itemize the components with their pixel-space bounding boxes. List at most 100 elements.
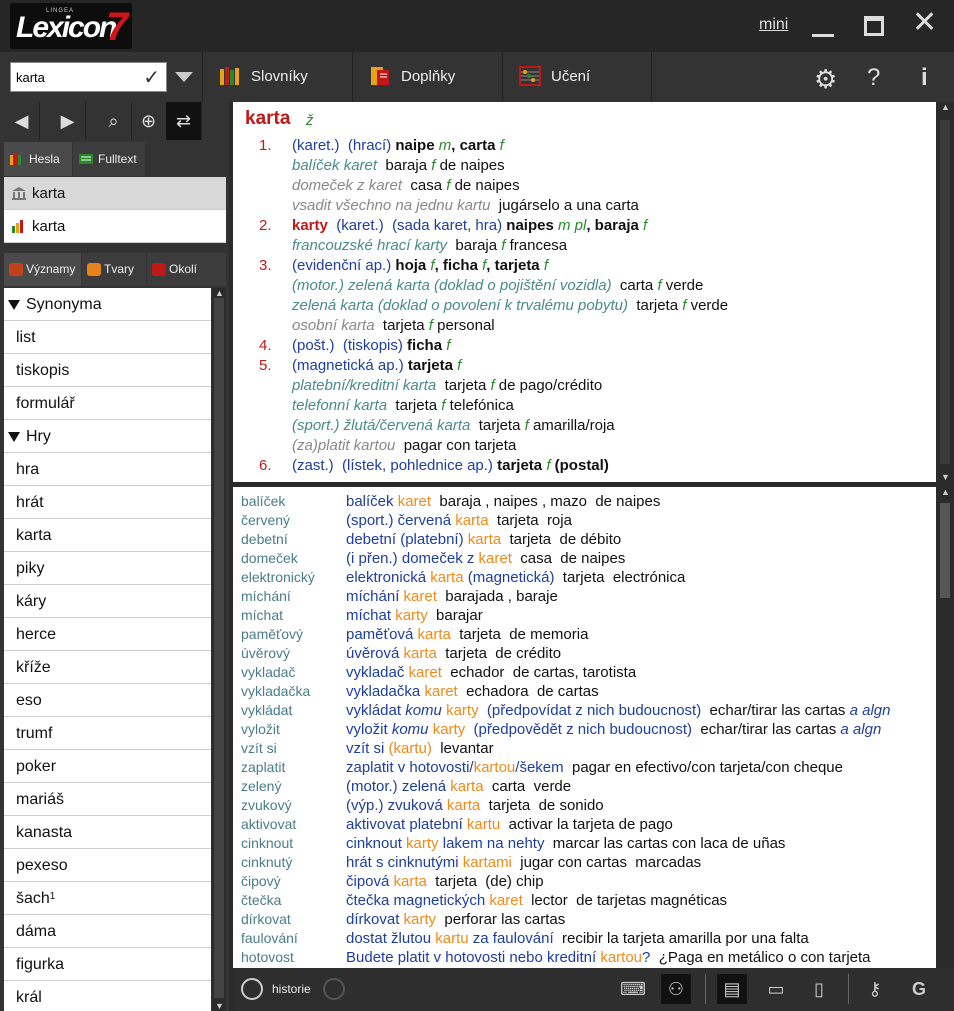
example-row[interactable]: vykladačka vykladačka karet echadora de c… [233, 682, 936, 701]
synonym-item[interactable]: dáma [4, 915, 211, 948]
synonym-item[interactable]: kříže [4, 651, 211, 684]
synonym-item[interactable]: piky [4, 552, 211, 585]
example-row[interactable]: zelený (motor.) zelená karta carta verde [233, 777, 936, 796]
example-row[interactable]: elektronický elektronická karta (magnetic… [233, 568, 936, 587]
example-row[interactable]: zaplatit zaplatit v hotovosti/kartou/šeke… [233, 758, 936, 777]
example-keyword[interactable]: cinknout [241, 834, 293, 853]
sense-text[interactable]: balíček karet baraja f de naipes [292, 156, 505, 176]
sense-text[interactable]: (motor.) zelená karta (doklad o pojištěn… [292, 276, 703, 296]
swap-direction-icon[interactable]: ⇄ [166, 102, 202, 140]
example-keyword[interactable]: míchat [241, 606, 283, 625]
help-icon[interactable]: ? [867, 64, 880, 92]
info-icon[interactable]: i [921, 64, 928, 92]
sense-text[interactable]: vsadit všechno na jednu kartu jugárselo … [292, 196, 639, 216]
synonym-item[interactable]: herce [4, 618, 211, 651]
tab-hesla[interactable]: Hesla [4, 142, 72, 176]
synonym-item[interactable]: káry [4, 585, 211, 618]
tab-okoli[interactable]: Okolí [147, 253, 226, 286]
learning-button[interactable]: Učení [502, 52, 652, 102]
list-item[interactable]: karta [4, 210, 226, 243]
example-row[interactable]: míchání míchání karet barajada , baraje [233, 587, 936, 606]
synonym-item[interactable]: hrát [4, 486, 211, 519]
example-keyword[interactable]: zelený [241, 777, 281, 796]
example-row[interactable]: paměťový paměťová karta tarjeta de memori… [233, 625, 936, 644]
synonym-item[interactable]: list [4, 321, 211, 354]
synonym-list-scrollbar[interactable]: ▲ ▼ [212, 288, 226, 1011]
sense-text[interactable]: (karet.) (hrací) naipe m, carta f [292, 136, 504, 156]
example-keyword[interactable]: paměťový [241, 625, 303, 644]
example-keyword[interactable]: čipový [241, 872, 281, 891]
search-history-dropdown-icon[interactable] [175, 72, 193, 82]
examples-scrollbar[interactable]: ▲ [936, 487, 954, 968]
example-keyword[interactable]: hotovost [241, 948, 294, 967]
tab-vyznamy[interactable]: Významy [4, 253, 81, 286]
sense-text[interactable]: zelená karta (doklad o povolení k trvalé… [292, 296, 728, 316]
scroll-down-icon[interactable]: ▼ [215, 1001, 224, 1011]
gear-icon[interactable]: ⚙ [814, 64, 837, 95]
example-keyword[interactable]: faulování [241, 929, 298, 948]
key-icon[interactable]: ⚷ [860, 974, 890, 1004]
synonym-item[interactable]: mariáš [4, 783, 211, 816]
example-keyword[interactable]: úvěrový [241, 644, 290, 663]
synonym-item[interactable]: hra [4, 453, 211, 486]
scrollbar-thumb[interactable] [214, 298, 224, 998]
example-keyword[interactable]: vykladač [241, 663, 295, 682]
redo-history-icon[interactable] [323, 978, 345, 1000]
synonym-item[interactable]: král [4, 981, 211, 1011]
history-icon[interactable] [241, 978, 263, 1000]
example-row[interactable]: hotovost Budete platit v hotovosti nebo k… [233, 948, 936, 967]
scrollbar-thumb[interactable] [940, 503, 950, 598]
scroll-up-icon[interactable]: ▲ [941, 102, 950, 112]
search-icon[interactable]: ⌕ [96, 102, 132, 140]
sense-text[interactable]: (pošt.) (tiskopis) ficha f [292, 336, 450, 356]
example-row[interactable]: vykládat vykládat komu karty (předpovídat… [233, 701, 936, 720]
example-keyword[interactable]: míchání [241, 587, 291, 606]
example-row[interactable]: vyložit vyložit komu karty (předpovědět z… [233, 720, 936, 739]
sense-text[interactable]: telefonní karta tarjeta f telefónica [292, 396, 514, 416]
example-row[interactable]: cinknout cinknout karty lakem na nehty ma… [233, 834, 936, 853]
example-keyword[interactable]: debetní [241, 530, 288, 549]
checkmark-icon[interactable]: ✓ [143, 65, 160, 90]
example-row[interactable]: faulování dostat žlutou kartu za faulován… [233, 929, 936, 948]
synonym-item[interactable]: trumf [4, 717, 211, 750]
binoculars-icon[interactable]: ⚇ [661, 974, 691, 1004]
example-keyword[interactable]: zaplatit [241, 758, 285, 777]
history-label[interactable]: historie [272, 982, 311, 996]
synonym-item[interactable]: karta [4, 519, 211, 552]
sense-text[interactable]: (evidenční ap.) hoja f, ficha f, tarjeta… [292, 256, 548, 276]
keyboard-icon[interactable]: ⌨ [618, 974, 648, 1004]
sense-text[interactable]: francouzské hrací karty baraja f frances… [292, 236, 567, 256]
scroll-down-icon[interactable]: ▼ [941, 472, 950, 482]
mini-mode-button[interactable]: mini [759, 16, 788, 34]
scroll-up-icon[interactable]: ▲ [941, 487, 950, 497]
example-row[interactable]: úvěrový úvěrová karta tarjeta de crédito [233, 644, 936, 663]
synonym-item[interactable]: kanasta [4, 816, 211, 849]
synonym-item[interactable]: pexeso [4, 849, 211, 882]
example-row[interactable]: cinknutý hrát s cinknutými kartami jugar … [233, 853, 936, 872]
minimize-button[interactable] [812, 34, 834, 37]
synonym-item[interactable]: poker [4, 750, 211, 783]
example-keyword[interactable]: vykládat [241, 701, 292, 720]
synonym-item[interactable]: figurka [4, 948, 211, 981]
dictionaries-button[interactable]: Slovníky [202, 52, 352, 102]
sense-text[interactable]: osobní karta tarjeta f personal [292, 316, 495, 336]
example-row[interactable]: vykladač vykladač karet echador de cartas… [233, 663, 936, 682]
google-icon[interactable]: G [904, 974, 934, 1004]
example-keyword[interactable]: elektronický [241, 568, 315, 587]
sense-text[interactable]: (zast.) (lístek, pohlednice ap.) tarjeta… [292, 456, 609, 476]
synonym-group-header[interactable]: Synonyma [4, 288, 211, 321]
example-row[interactable]: domeček (i přen.) domeček z karet casa de… [233, 549, 936, 568]
document-view-icon[interactable]: ▤ [717, 974, 747, 1004]
example-row[interactable]: vzít si vzít si (kartu) levantar [233, 739, 936, 758]
example-row[interactable]: dírkovat dírkovat karty perforar las cart… [233, 910, 936, 929]
sense-text[interactable]: (za)platit kartou pagar con tarjeta [292, 436, 516, 456]
example-row[interactable]: zvukový (výp.) zvuková karta tarjeta de s… [233, 796, 936, 815]
tab-fulltext[interactable]: Fulltext [73, 142, 145, 176]
example-row[interactable]: balíček balíček karet baraja , naipes , m… [233, 492, 936, 511]
example-row[interactable]: debetní debetní (platební) karta tarjeta … [233, 530, 936, 549]
example-row[interactable]: čipový čipová karta tarjeta (de) chip [233, 872, 936, 891]
example-row[interactable]: červený (sport.) červená karta tarjeta ro… [233, 511, 936, 530]
sense-text[interactable]: platební/kreditní karta tarjeta f de pag… [292, 376, 602, 396]
sense-text[interactable]: (magnetická ap.) tarjeta f [292, 356, 461, 376]
example-keyword[interactable]: cinknutý [241, 853, 292, 872]
